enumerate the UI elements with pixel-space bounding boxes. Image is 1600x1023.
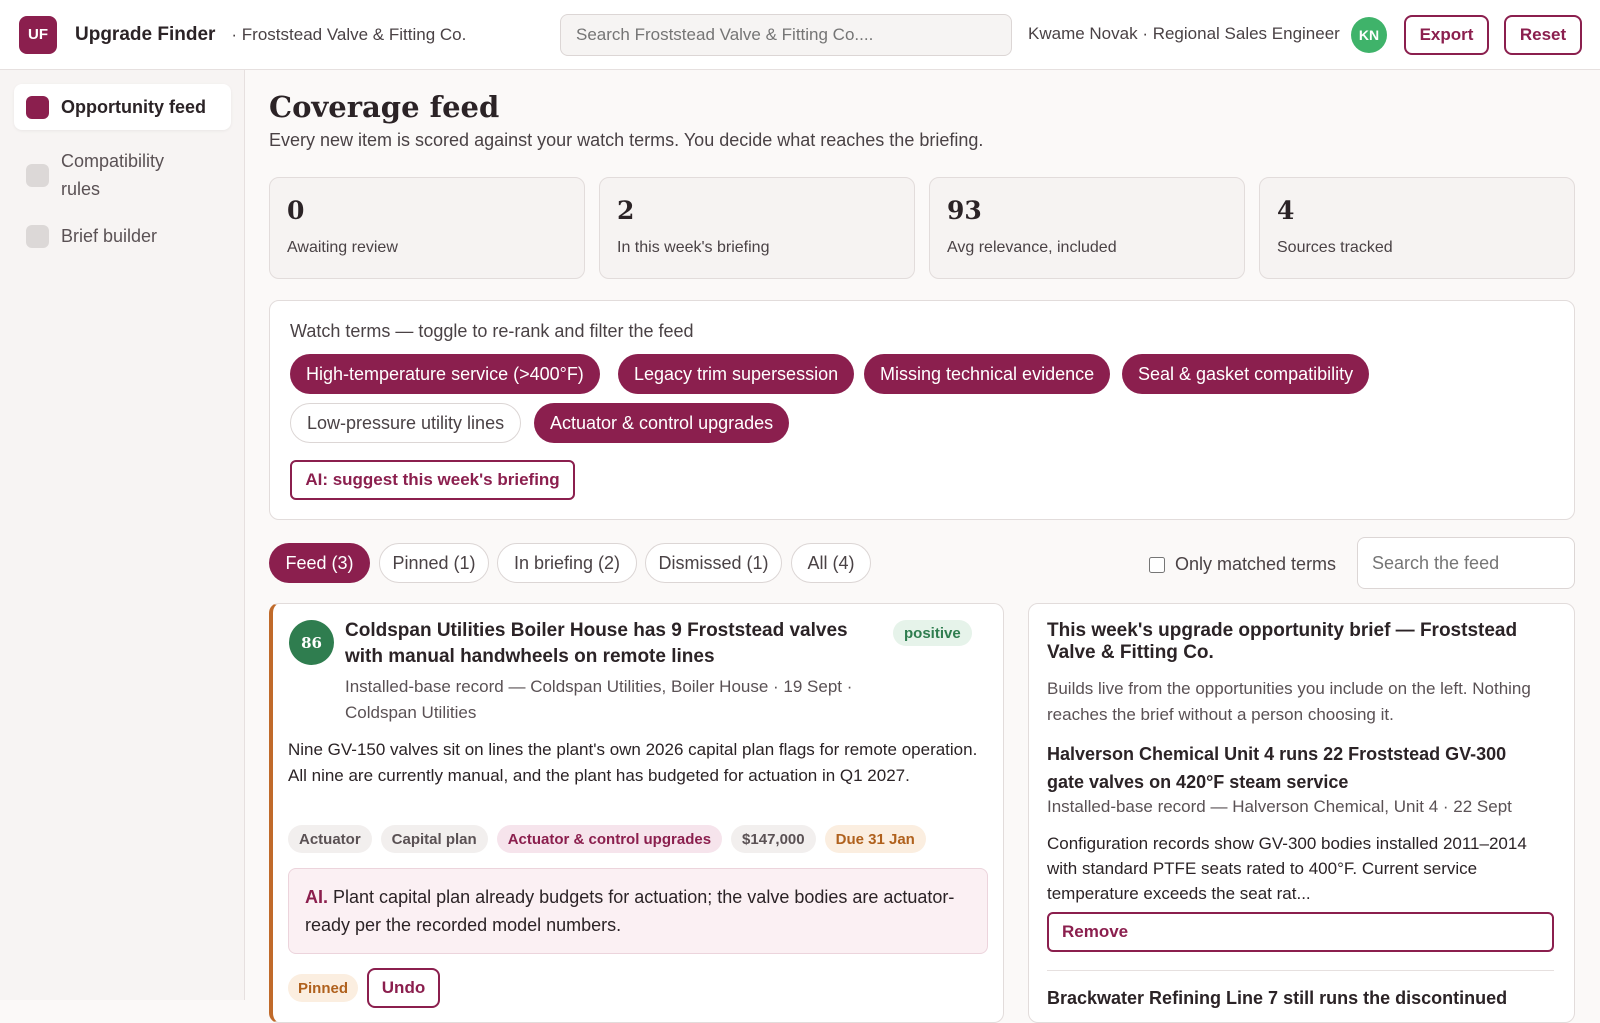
feed-card-title[interactable]: Coldspan Utilities Boiler House has 9 Fr… [345,618,885,670]
watch-term-chip[interactable]: Seal & gasket compatibility [1122,354,1370,394]
feed-search-input[interactable] [1357,537,1575,589]
sidebar-item-label: Compatibility rules [61,151,165,199]
reset-button[interactable]: Reset [1504,15,1582,55]
tab-feed[interactable]: Feed (3) [269,543,370,583]
user-label: Kwame Novak · Regional Sales Engineer [1028,24,1340,43]
avatar[interactable]: KN [1351,17,1387,53]
stat-value: 4 [1277,196,1295,225]
ai-rationale-text: Plant capital plan already budgets for a… [305,887,955,935]
undo-button[interactable]: Undo [367,968,440,1008]
watch-terms-title: Watch terms — toggle to re-rank and filt… [290,321,694,341]
tab-all[interactable]: All (4) [791,543,871,583]
stat-label: Avg relevance, included [947,239,1117,256]
brief-title: This week's upgrade opportunity brief — … [1047,620,1518,663]
remove-from-brief-button[interactable]: Remove [1047,912,1554,952]
stat-label: Sources tracked [1277,239,1393,256]
export-button[interactable]: Export [1404,15,1489,55]
brief-item-title: Brackwater Refining Line 7 still runs th… [1047,988,1508,1008]
value-tag: $147,000 [731,825,816,853]
ai-rationale-note: AI. Plant capital plan already budgets f… [288,868,988,954]
only-matched-toggle[interactable]: Only matched terms [1149,554,1336,575]
nav-square-icon [26,163,49,187]
stat-value: 2 [617,196,635,225]
watch-terms-panel: Watch terms — toggle to re-rank and filt… [269,300,1575,520]
sentiment-badge: positive [893,620,972,646]
nav-square-icon [26,224,49,248]
sidebar-item-label: Opportunity feed [61,97,206,117]
watch-term-chip[interactable]: Actuator & control upgrades [534,403,790,443]
feed-card-body: Nine GV-150 valves sit on lines the plan… [288,740,978,785]
brief-panel: This week's upgrade opportunity brief — … [1028,603,1575,1023]
relevance-score-badge: 86 [289,620,334,665]
tab-in-briefing[interactable]: In briefing (2) [497,543,637,583]
watch-term-chip[interactable]: Missing technical evidence [864,354,1111,394]
org-name: · Froststead Valve & Fitting Co. [231,24,467,44]
nav-square-icon [26,95,49,119]
feed-card: 86 Coldspan Utilities Boiler House has 9… [269,603,1004,1023]
tab-dismissed[interactable]: Dismissed (1) [645,543,782,583]
page-subtitle: Every new item is scored against your wa… [269,130,984,150]
feed-card-meta: Installed-base record — Coldspan Utiliti… [345,677,853,722]
sidebar-item-brief-builder[interactable]: Brief builder [14,216,231,256]
matched-term-tag: Actuator & control upgrades [496,825,723,853]
divider [1047,970,1554,971]
sidebar-item-opportunity-feed[interactable]: Opportunity feed [14,84,231,130]
stat-card-avg-relevance: 93 Avg relevance, included [929,177,1245,279]
sidebar-item-label: Brief builder [61,226,158,246]
brief-item-title: Halverson Chemical Unit 4 runs 22 Frosts… [1047,744,1507,792]
brief-item-meta: Installed-base record — Halverson Chemic… [1047,797,1512,816]
watch-term-chip[interactable]: Low-pressure utility lines [290,403,522,443]
stat-value: 0 [287,196,305,225]
feed-card-tags: Actuator Capital plan Actuator & control… [288,825,935,853]
app-logo: UF [19,15,57,54]
stat-value: 93 [947,196,982,225]
tag: Actuator [288,825,372,853]
ai-label: AI. [305,887,329,907]
page-title: Coverage feed [269,90,500,124]
sidebar: Opportunity feed Compatibility rules Bri… [0,70,245,1000]
stat-card-in-briefing: 2 In this week's briefing [599,177,915,279]
brief-subtitle: Builds live from the opportunities you i… [1047,679,1531,724]
only-matched-label: Only matched terms [1175,554,1337,574]
pinned-status-badge: Pinned [288,974,359,1002]
stat-card-awaiting-review: 0 Awaiting review [269,177,585,279]
global-search-input[interactable] [560,14,1012,56]
watch-term-chip[interactable]: High-temperature service (>400°F) [290,354,600,394]
app-title: Upgrade Finder [75,23,216,45]
ai-suggest-briefing-button[interactable]: AI: suggest this week's briefing [290,460,575,500]
stat-card-sources-tracked: 4 Sources tracked [1259,177,1575,279]
due-date-tag: Due 31 Jan [824,825,926,853]
only-matched-checkbox[interactable] [1149,556,1165,573]
stat-label: In this week's briefing [617,239,770,256]
tab-pinned[interactable]: Pinned (1) [379,543,489,583]
stat-label: Awaiting review [287,239,398,256]
sidebar-item-compatibility-rules[interactable]: Compatibility rules [14,146,231,204]
tag: Capital plan [380,825,488,853]
brief-item-body: Configuration records show GV-300 bodies… [1047,834,1527,903]
watch-term-chip[interactable]: Legacy trim supersession [618,354,855,394]
